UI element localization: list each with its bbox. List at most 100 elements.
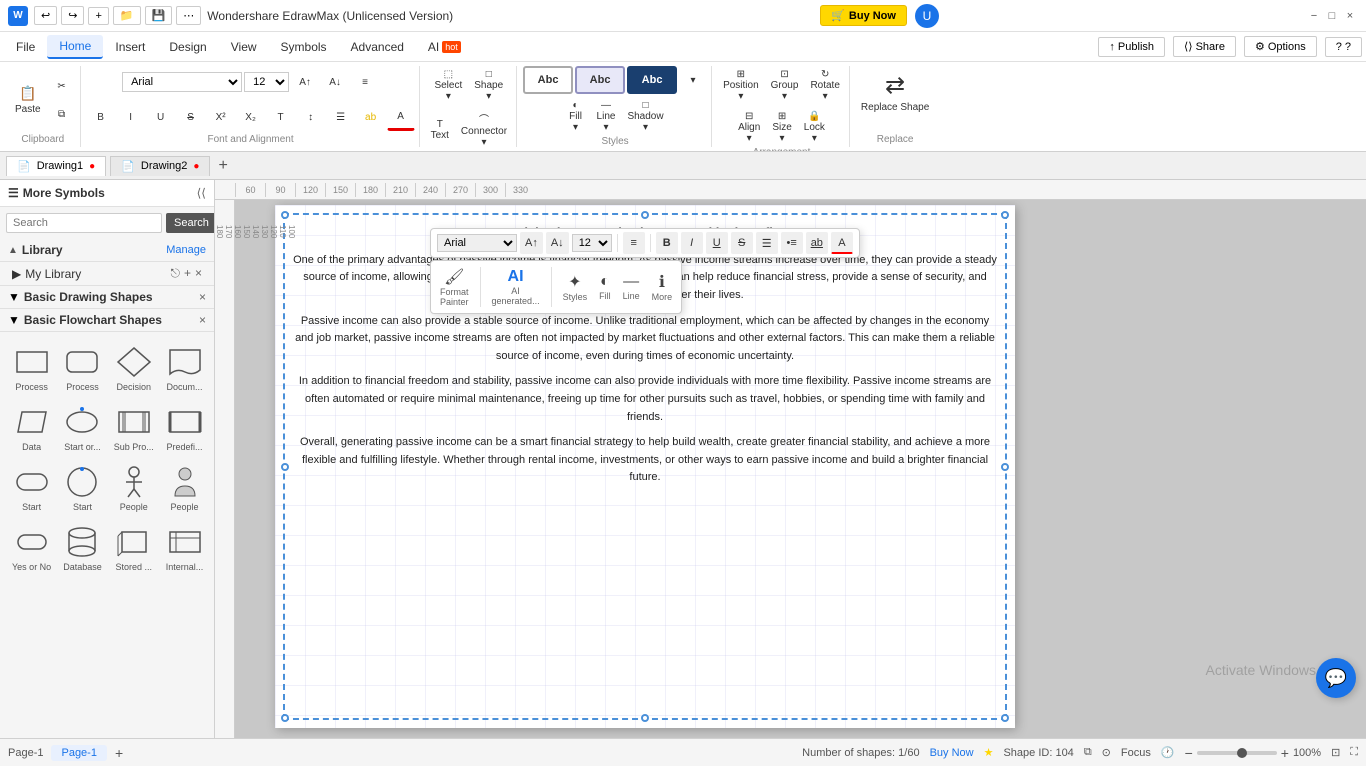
handle-ml[interactable]	[281, 463, 289, 471]
shape-subprocess[interactable]: Sub Pro...	[110, 400, 158, 456]
group-btn[interactable]: ⊡ Group ▾	[766, 66, 804, 105]
float-font-a-up[interactable]: A↑	[520, 232, 543, 254]
style-abc1[interactable]: Abc	[523, 66, 573, 94]
handle-bm[interactable]	[641, 714, 649, 722]
float-size-select[interactable]: 12	[572, 234, 612, 252]
basic-flowchart-section[interactable]: ▼ Basic Flowchart Shapes ×	[0, 309, 214, 332]
select-btn[interactable]: ⬚ Select ▾	[429, 66, 467, 105]
align-btn[interactable]: ≡	[351, 69, 379, 95]
fit-page-btn[interactable]: ⊡	[1331, 746, 1340, 759]
save-btn[interactable]: 💾	[145, 6, 173, 25]
bold-btn[interactable]: B	[87, 105, 115, 131]
minimize-btn[interactable]: −	[1306, 8, 1322, 24]
underline-btn[interactable]: U	[147, 105, 175, 131]
font-decrease-btn[interactable]: A↓	[321, 69, 349, 95]
shape-data[interactable]: Data	[8, 400, 55, 456]
window-controls[interactable]: − □ ×	[1306, 8, 1358, 24]
menu-home[interactable]: Home	[47, 35, 103, 59]
my-library-close-icon[interactable]: ×	[195, 266, 202, 281]
float-font-a-down[interactable]: A↓	[546, 232, 569, 254]
maximize-btn[interactable]: □	[1324, 8, 1340, 24]
undo-btn[interactable]: ↩	[34, 6, 57, 25]
line-spacing-btn[interactable]: ↕	[297, 105, 325, 131]
close-btn[interactable]: ×	[1342, 8, 1358, 24]
shape-document[interactable]: Docum...	[162, 340, 208, 396]
float-strike-btn[interactable]: S	[731, 232, 753, 254]
manage-link[interactable]: Manage	[166, 244, 206, 256]
shape-start[interactable]: Start or...	[59, 400, 106, 456]
paste-btn[interactable]: 📋 Paste	[10, 74, 46, 126]
line-btn[interactable]: — Line ▾	[592, 97, 621, 136]
canvas-bg[interactable]: 100 110 120 130 140 150 160 170 180	[215, 200, 1366, 738]
sidebar-collapse-btn[interactable]: ⟨⟨	[197, 186, 206, 200]
options-btn[interactable]: ⚙ Options	[1244, 36, 1317, 57]
styles-expand-btn[interactable]: ▾	[679, 67, 707, 93]
float-bold-btn[interactable]: B	[656, 232, 678, 254]
my-library-export-icon[interactable]: ⎋	[170, 266, 180, 281]
rotate-btn[interactable]: ↻ Rotate ▾	[805, 66, 844, 105]
shape-process2[interactable]: Process	[59, 340, 106, 396]
share-btn[interactable]: ⟨⟩ Share	[1173, 36, 1236, 57]
align-arrange-btn[interactable]: ⊟ Align ▾	[733, 108, 765, 147]
bullet-btn[interactable]: ☰	[327, 105, 355, 131]
position-btn[interactable]: ⊞ Position ▾	[718, 66, 764, 105]
help-btn[interactable]: ? ?	[1325, 37, 1362, 57]
float-italic-btn[interactable]: I	[681, 232, 703, 254]
clear-format-btn[interactable]: T	[267, 105, 295, 131]
zoom-slider[interactable]	[1197, 751, 1277, 755]
float-list-btn[interactable]: ☰	[756, 232, 778, 254]
highlight-btn[interactable]: ab	[357, 105, 385, 131]
font-family-select[interactable]: Arial	[122, 72, 242, 92]
shadow-btn[interactable]: □ Shadow ▾	[622, 97, 668, 136]
font-color-btn[interactable]: A	[387, 105, 415, 131]
lock-btn[interactable]: 🔒 Lock ▾	[799, 108, 830, 147]
open-btn[interactable]: 📁	[113, 6, 141, 25]
basic-drawing-section[interactable]: ▼ Basic Drawing Shapes ×	[0, 286, 214, 309]
float-bullet-btn[interactable]: •≡	[781, 232, 803, 254]
zoom-in-btn[interactable]: +	[1281, 745, 1289, 761]
font-size-select[interactable]: 12	[244, 72, 289, 92]
float-line-btn[interactable]: — Line	[620, 270, 643, 304]
menu-insert[interactable]: Insert	[103, 36, 157, 58]
menu-symbols[interactable]: Symbols	[269, 36, 339, 58]
handle-mr[interactable]	[1001, 463, 1009, 471]
float-align-btn[interactable]: ≡	[623, 232, 645, 254]
zoom-out-btn[interactable]: −	[1185, 745, 1193, 761]
buy-now-btn[interactable]: 🛒 Buy Now	[820, 5, 907, 26]
shape-rounded[interactable]: Start	[8, 460, 55, 516]
shape-yesno[interactable]: Yes or No	[8, 520, 55, 576]
chat-bot-btn[interactable]: 💬	[1316, 658, 1356, 698]
more-btn[interactable]: ⋯	[176, 6, 201, 25]
shape-database[interactable]: Database	[59, 520, 106, 576]
redo-btn[interactable]: ↪	[61, 6, 84, 25]
connector-btn[interactable]: ⌒ Connector ▾	[456, 108, 512, 151]
menu-view[interactable]: View	[219, 36, 269, 58]
fill-btn[interactable]: ◐ Fill ▾	[562, 97, 590, 136]
basic-flowchart-close-icon[interactable]: ×	[199, 313, 206, 327]
menu-ai[interactable]: AI hot	[416, 36, 473, 58]
subscript-btn[interactable]: X₂	[237, 105, 265, 131]
page-tab[interactable]: Page-1	[51, 745, 106, 761]
search-btn[interactable]: Search	[166, 213, 215, 233]
publish-btn[interactable]: ↑ Publish	[1098, 37, 1165, 57]
float-styles-btn[interactable]: ✦ Styles	[560, 269, 591, 305]
style-abc2[interactable]: Abc	[575, 66, 625, 94]
shape-process[interactable]: Process	[8, 340, 55, 396]
float-underline-btn[interactable]: U	[706, 232, 728, 254]
size-btn[interactable]: ⊞ Size ▾	[767, 108, 796, 147]
replace-shape-btn[interactable]: ⇄ Replace Shape	[856, 66, 934, 118]
shape-predefined[interactable]: Predefi...	[162, 400, 208, 456]
italic-btn[interactable]: I	[117, 105, 145, 131]
search-input[interactable]	[6, 213, 162, 233]
float-more-btn[interactable]: ℹ More	[649, 269, 676, 305]
tab-drawing2[interactable]: 📄 Drawing2 ●	[110, 156, 210, 176]
buy-now-bottom[interactable]: Buy Now	[930, 747, 974, 759]
focus-icon[interactable]: ⊙	[1102, 746, 1111, 759]
shape-person2[interactable]: People	[162, 460, 208, 516]
basic-drawing-close-icon[interactable]: ×	[199, 290, 206, 304]
shape-internal[interactable]: Internal...	[162, 520, 208, 576]
shape-btn[interactable]: □ Shape ▾	[469, 66, 508, 105]
handle-bl[interactable]	[281, 714, 289, 722]
copy-btn[interactable]: ⧉	[48, 101, 76, 127]
fullscreen-btn[interactable]: ⛶	[1350, 746, 1358, 759]
